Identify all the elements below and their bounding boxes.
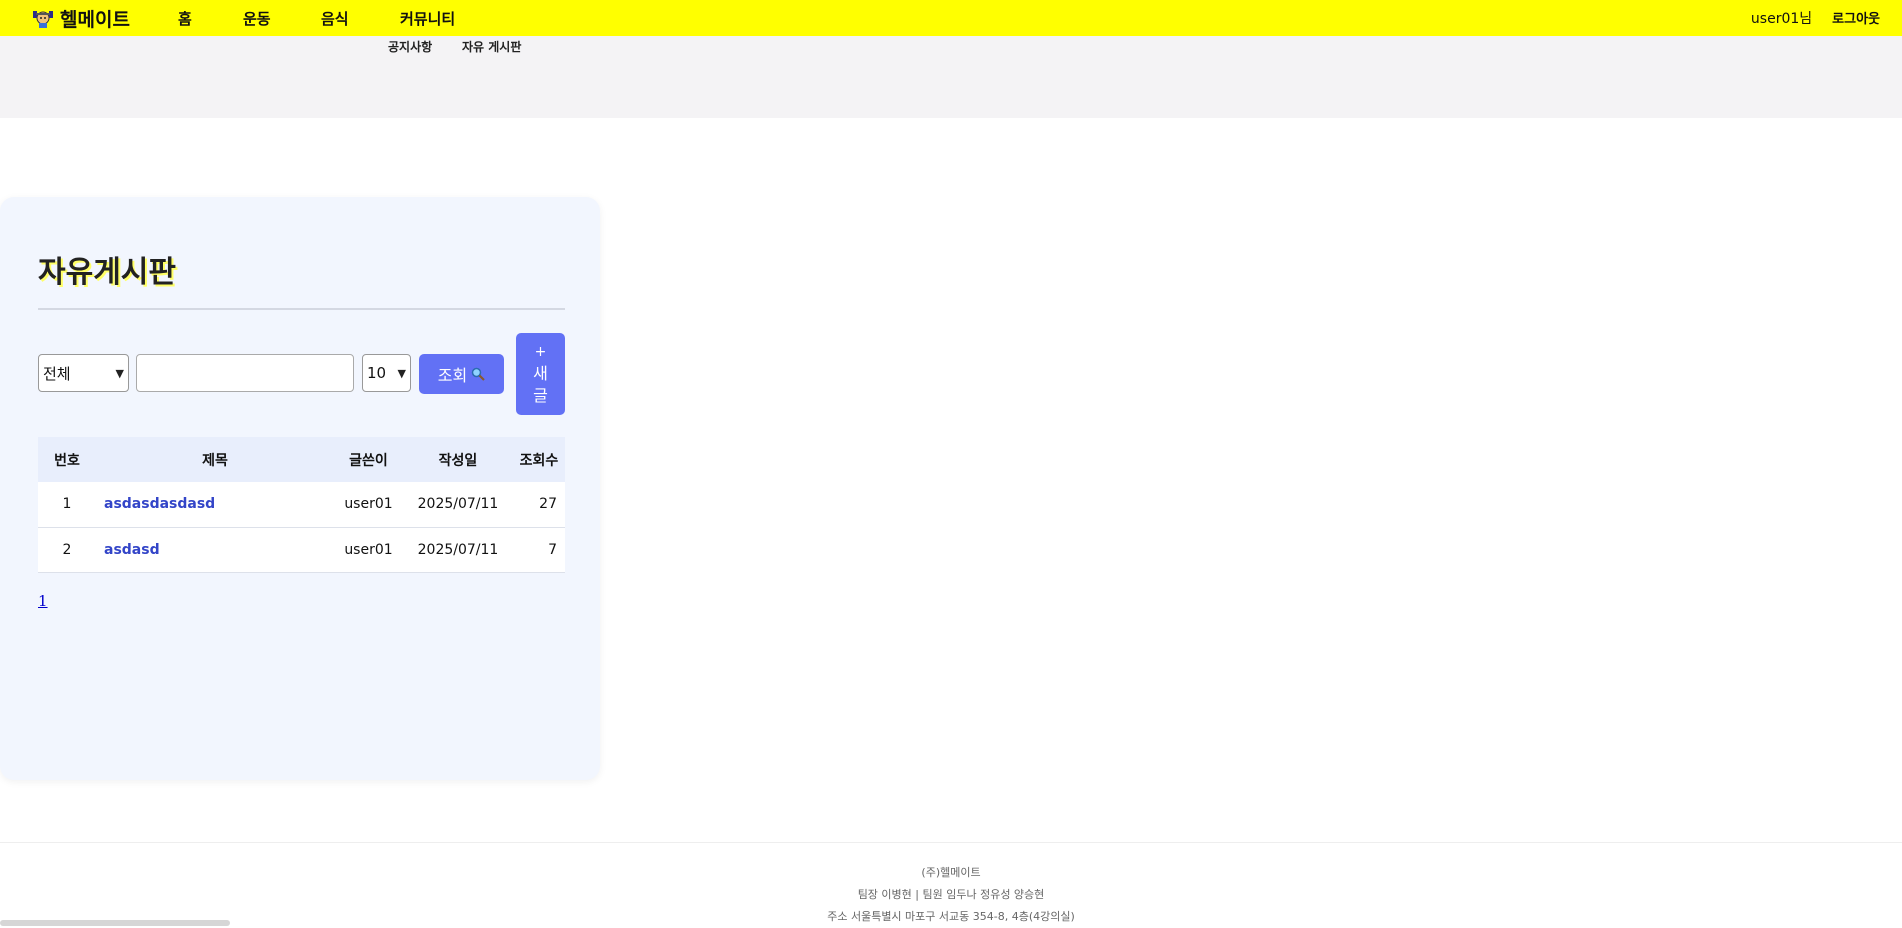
logout-link[interactable]: 로그아웃	[1832, 8, 1880, 28]
new-post-button[interactable]: + 새 글	[516, 333, 565, 415]
user-label: user01님	[1750, 11, 1813, 27]
search-button[interactable]: 조회	[419, 354, 504, 394]
table-header-row: 번호 제목 글쓴이 작성일 조회수	[38, 437, 565, 482]
title-divider	[38, 308, 565, 310]
page-size-select[interactable]: 10 ▼	[362, 354, 411, 392]
column-header-number: 번호	[38, 437, 96, 482]
community-submenu: 공지사항 자유 게시판	[0, 36, 1902, 118]
search-category-select[interactable]: 전체 ▼	[38, 354, 129, 392]
column-header-author: 글쓴이	[334, 437, 403, 482]
logo-text: 헬메이트	[60, 8, 130, 31]
magnifier-icon	[471, 367, 485, 381]
nav-community[interactable]: 커뮤니티	[400, 8, 455, 29]
post-title-link[interactable]: asdasd	[96, 527, 334, 573]
board-panel: 자유게시판 전체 ▼ 10 ▼ 조회 + 새 글 번호 제목 글쓴이 작성일 조…	[0, 197, 600, 780]
submenu-notice[interactable]: 공지사항	[388, 38, 432, 55]
logo[interactable]: 헬메이트	[32, 6, 130, 31]
horizontal-scrollbar[interactable]	[0, 920, 230, 926]
pagination-page-link[interactable]: 1	[38, 592, 48, 610]
nav-exercise[interactable]: 운동	[243, 8, 271, 29]
post-date: 2025/07/11	[403, 527, 513, 573]
submenu-free-board[interactable]: 자유 게시판	[462, 38, 521, 55]
new-post-label-2: 글	[533, 386, 548, 405]
plus-icon: +	[534, 344, 547, 360]
post-views: 27	[513, 482, 565, 528]
post-views: 7	[513, 527, 565, 573]
chevron-down-icon: ▼	[397, 366, 406, 380]
search-category-value: 전체	[43, 364, 71, 383]
nav-home[interactable]: 홈	[178, 8, 192, 29]
new-post-label-1: 새	[533, 364, 548, 383]
post-table: 번호 제목 글쓴이 작성일 조회수 1 asdasdasdasd user01 …	[38, 437, 565, 573]
footer-address: 주소 서울특별시 마포구 서교동 354-8, 4층(4강의실)	[827, 910, 1075, 923]
footer-team: 팀장 이병현 | 팀원 임두나 정유성 양승현	[857, 888, 1045, 901]
column-header-views: 조회수	[513, 437, 565, 482]
page-title: 자유게시판	[38, 255, 176, 290]
search-button-label: 조회	[437, 366, 468, 385]
post-title-link[interactable]: asdasdasdasd	[96, 482, 334, 528]
footer-company: (주)헬메이트	[921, 866, 981, 879]
search-input[interactable]	[136, 354, 354, 392]
nav-food[interactable]: 음식	[321, 8, 349, 29]
footer: (주)헬메이트 팀장 이병현 | 팀원 임두나 정유성 양승현 주소 서울특별시…	[0, 862, 1902, 928]
table-row[interactable]: 2 asdasd user01 2025/07/11 7	[38, 527, 565, 573]
post-date: 2025/07/11	[403, 482, 513, 528]
table-row[interactable]: 1 asdasdasdasd user01 2025/07/11 27	[38, 482, 565, 528]
chevron-down-icon: ▼	[115, 366, 124, 380]
dumbbell-mascot-icon	[33, 11, 53, 28]
top-nav-bar: 헬메이트 홈 운동 음식 커뮤니티 user01님 로그아웃	[0, 0, 1902, 36]
footer-divider	[0, 842, 1902, 843]
post-author: user01	[334, 527, 403, 573]
post-number: 1	[38, 482, 96, 528]
column-header-date: 작성일	[403, 437, 513, 482]
post-number: 2	[38, 527, 96, 573]
search-bar: 전체 ▼ 10 ▼ 조회 + 새 글	[38, 333, 565, 419]
user-area: user01님 로그아웃	[1751, 8, 1880, 28]
column-header-title: 제목	[96, 437, 334, 482]
page-size-value: 10	[367, 364, 387, 382]
post-author: user01	[334, 482, 403, 528]
